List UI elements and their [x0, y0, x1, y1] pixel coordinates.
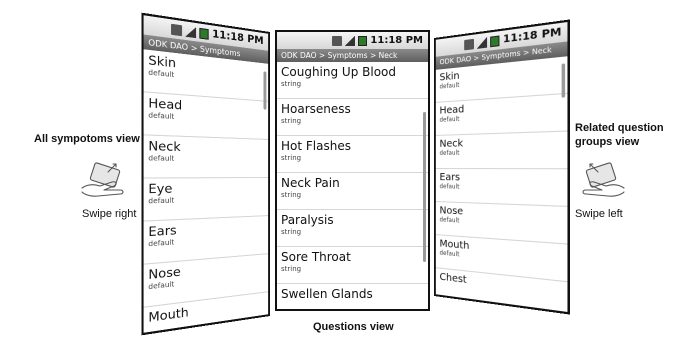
battery-icon	[490, 34, 500, 47]
list-item[interactable]: Neck default	[143, 135, 269, 179]
item-type: default	[439, 183, 460, 191]
list-item[interactable]: Hot Flashes string	[277, 136, 428, 173]
item-name: Sore Throat	[281, 250, 351, 264]
item-name: Hoarseness	[281, 102, 351, 116]
item-name: Coughing Up Blood	[281, 65, 397, 79]
list-item[interactable]: Neck default	[435, 131, 568, 170]
list-item[interactable]: Hoarseness string	[277, 99, 428, 136]
item-name: Swellen Glands	[281, 287, 373, 301]
diagram-canvas: All sympotoms view Swipe right 11:18 PM …	[0, 0, 681, 345]
clock: 11:18 PM	[370, 35, 423, 46]
list-item[interactable]: Sore Throat string	[277, 247, 428, 284]
item-name: Paralysis	[281, 213, 334, 227]
item-type: default	[439, 149, 460, 157]
questions-view-caption: Questions view	[313, 321, 394, 333]
scrollbar[interactable]	[423, 112, 426, 262]
list-item[interactable]: Neck Pain string	[277, 173, 428, 210]
list-item[interactable]: Ears default	[435, 169, 568, 207]
questions-phone: 11:18 PM ODK DAO > Symptoms > Neck Cough…	[275, 30, 430, 311]
item-type: string	[281, 265, 302, 274]
item-name: Neck Pain	[281, 176, 340, 190]
item-type: string	[281, 154, 302, 163]
item-type: default	[148, 153, 175, 163]
signal-icon	[345, 35, 356, 46]
list-item[interactable]: Swellen Glands	[277, 284, 428, 309]
swipe-left-hand-icon	[582, 162, 625, 197]
swipe-right-hand-icon	[81, 162, 124, 197]
item-type: string	[281, 191, 302, 200]
signal-icon	[185, 25, 197, 38]
data-icon	[332, 35, 343, 46]
related-groups-view-caption: Related question groups view	[575, 122, 664, 148]
list-item[interactable]: Paralysis string	[277, 210, 428, 247]
scrollbar[interactable]	[561, 63, 566, 98]
data-icon	[464, 38, 475, 50]
data-icon	[171, 23, 183, 36]
status-bar: 11:18 PM	[277, 32, 428, 49]
item-type: string	[281, 80, 302, 89]
related-groups-phone: 11:18 PM ODK DAO > Symptoms > Neck Skin d…	[434, 19, 570, 315]
symptom-list: Skin default Head default Neck default Eye d…	[143, 49, 269, 336]
battery-icon	[358, 35, 368, 46]
related-group-list: Skin default Head default Neck default Ears…	[435, 56, 568, 315]
signal-icon	[477, 36, 488, 49]
list-item[interactable]: Eye default	[143, 178, 269, 222]
all-symptoms-phone: 11:18 PM ODK DAO > Symptoms Skin default …	[141, 12, 270, 336]
list-item[interactable]: Head default	[143, 92, 269, 140]
item-type: default	[148, 195, 175, 206]
list-item[interactable]: Coughing Up Blood string	[277, 62, 428, 99]
question-list: Coughing Up Blood string Hoarseness string…	[277, 62, 428, 309]
swipe-left-caption: Swipe left	[575, 208, 623, 220]
breadcrumb: ODK DAO > Symptoms > Neck	[277, 49, 428, 62]
scrollbar[interactable]	[263, 71, 267, 110]
item-name: Hot Flashes	[281, 139, 351, 153]
item-type: string	[281, 228, 302, 237]
all-symptoms-view-caption: All sympotoms view	[34, 133, 140, 145]
item-type: string	[281, 117, 302, 126]
battery-icon	[199, 27, 210, 40]
